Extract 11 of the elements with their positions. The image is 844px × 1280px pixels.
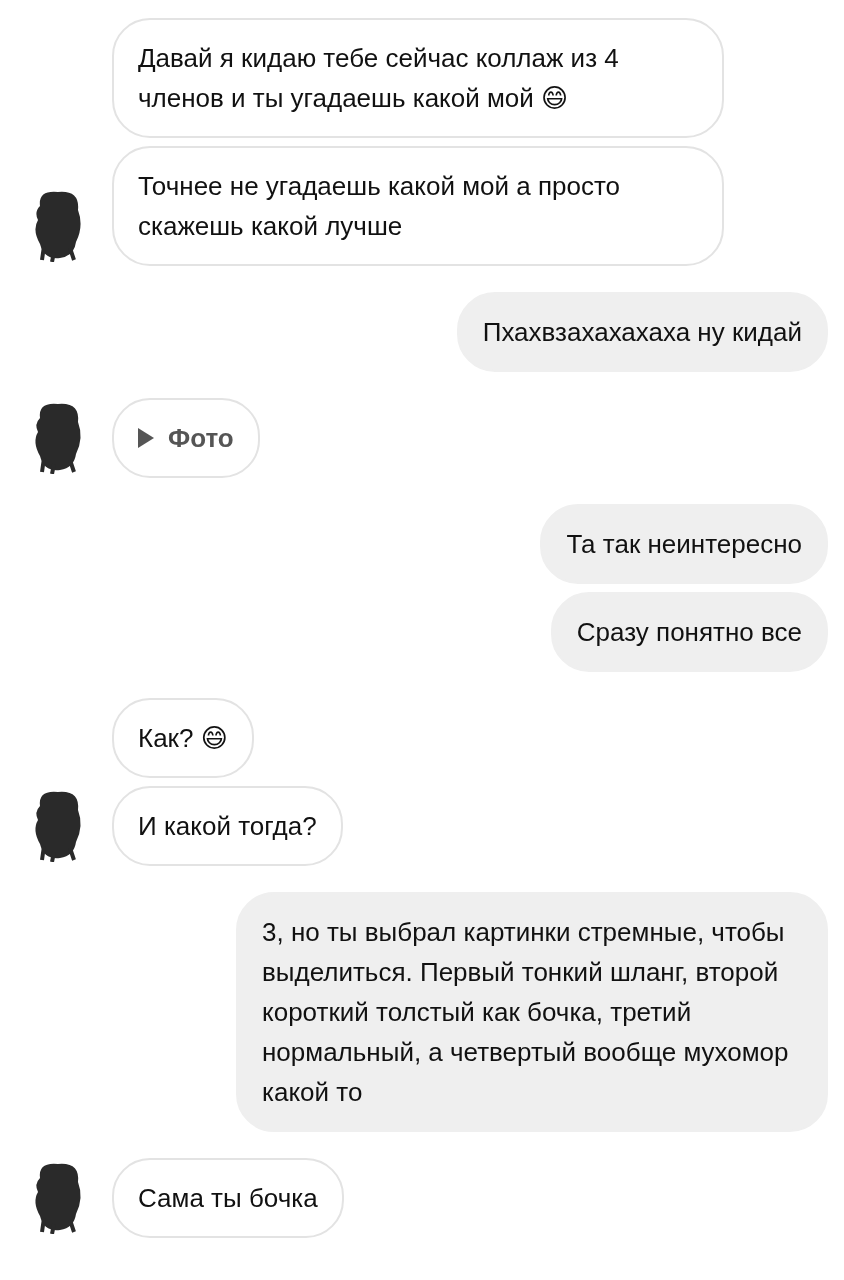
- message-bubble: Как? 😄: [112, 698, 254, 778]
- message-bubble: Давай я кидаю тебе сейчас коллаж из 4 членов и ты угадаешь какой мой 😄: [112, 18, 724, 138]
- message-bubble: И какой тогда?: [112, 786, 343, 866]
- message-bubble: Пхахвзахахахаха ну кидай: [456, 292, 828, 372]
- message-bubble: Сразу понятно все: [550, 592, 828, 672]
- play-icon: [138, 428, 154, 448]
- message-bubble: Та так неинтересно: [540, 504, 828, 584]
- message-bubble: 3, но ты выбрал картинки стремные, чтобы выделиться. Первый тонкий шланг, второй короткий толстый как бочка, третий нормальный, а четвертый вообще мухомор какой то: [236, 892, 828, 1132]
- message-bubble: Сама ты бочка: [112, 1158, 344, 1238]
- photo-message-bubble[interactable]: Фото: [112, 398, 260, 478]
- message-bubble: Точнее не угадаешь какой мой а просто скажешь какой лучше: [112, 146, 724, 266]
